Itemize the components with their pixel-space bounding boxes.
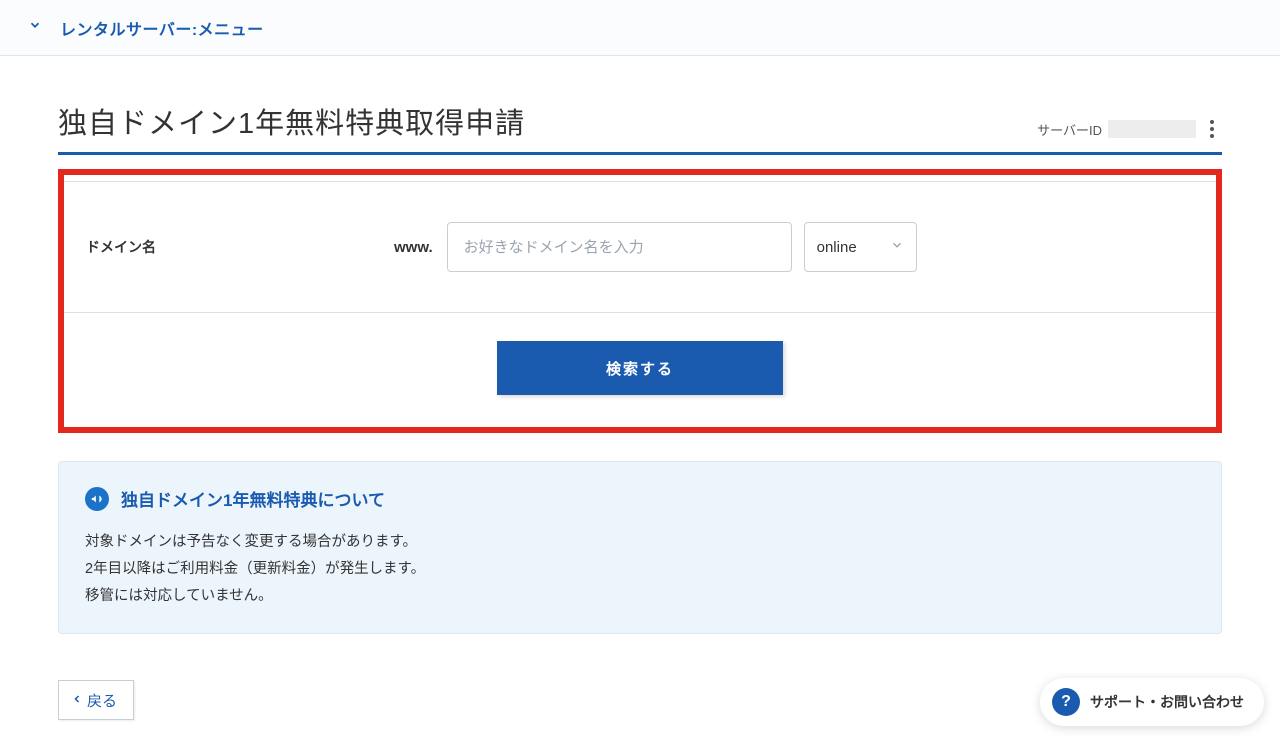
server-id-label: サーバーID (1037, 120, 1102, 139)
domain-label: ドメイン名 (84, 237, 394, 257)
chevron-down-icon (890, 238, 904, 256)
chevron-left-icon (71, 692, 83, 709)
info-body: 対象ドメインは予告なく変更する場合があります。 2年目以降はご利用料金（更新料金… (85, 529, 1195, 609)
info-notice-box: 独自ドメイン1年無料特典について 対象ドメインは予告なく変更する場合があります。… (58, 461, 1222, 634)
chevron-down-icon (28, 18, 42, 37)
more-options-icon[interactable] (1202, 116, 1222, 142)
back-label: 戻る (87, 690, 117, 711)
page-title: 独自ドメイン1年無料特典取得申請 (58, 100, 525, 142)
info-header: 独自ドメイン1年無料特典について (85, 486, 1195, 511)
info-title: 独自ドメイン1年無料特典について (121, 486, 385, 511)
domain-name-input[interactable] (447, 222, 792, 272)
help-icon: ? (1052, 688, 1080, 716)
support-label: サポート・お問い合わせ (1090, 692, 1244, 712)
server-id-section: サーバーID (1037, 116, 1222, 142)
top-menu-label: レンタルサーバー:メニュー (60, 16, 264, 40)
megaphone-icon (85, 487, 109, 511)
page-header: 独自ドメイン1年無料特典取得申請 サーバーID (58, 100, 1222, 155)
server-id-value (1108, 120, 1196, 138)
search-button-row: 検索する (64, 313, 1216, 427)
back-button[interactable]: 戻る (58, 680, 134, 720)
info-line: 対象ドメインは予告なく変更する場合があります。 (85, 529, 1195, 556)
domain-form-row: ドメイン名 www. online (64, 181, 1216, 313)
top-menu-bar[interactable]: レンタルサーバー:メニュー (0, 0, 1280, 56)
domain-search-panel: ドメイン名 www. online 検索する (58, 169, 1222, 433)
info-line: 2年目以降はご利用料金（更新料金）が発生します。 (85, 556, 1195, 583)
tld-select[interactable]: online (804, 222, 917, 272)
search-button[interactable]: 検索する (497, 341, 783, 395)
info-line: 移管には対応していません。 (85, 583, 1195, 610)
tld-selected-value: online (817, 239, 857, 256)
www-prefix: www. (394, 239, 433, 256)
support-widget[interactable]: ? サポート・お問い合わせ (1040, 678, 1264, 726)
